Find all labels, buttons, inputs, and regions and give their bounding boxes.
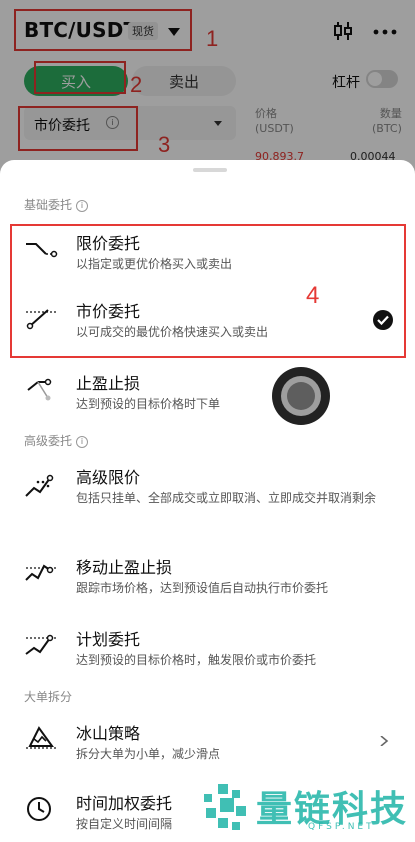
stop-profit-loss-icon (27, 378, 52, 401)
item-desc: 包括只挂单、全部成交或立即取消、立即成交并取消剩余 (76, 491, 377, 505)
fab-ring (281, 376, 321, 416)
option-plan-order[interactable]: 计划委托 达到预设的目标价格时，触发限价或市价委托 (0, 622, 415, 676)
info-icon: i (76, 199, 89, 212)
option-trailing-stop[interactable]: 移动止盈止损 跟踪市场价格，达到预设值后自动执行市价委托 (0, 550, 415, 604)
chevron-right-icon (380, 736, 389, 746)
option-advanced-limit[interactable]: 高级限价 包括只挂单、全部成交或立即取消、立即成交并取消剩余 (0, 460, 415, 530)
annotation-number-4: 4 (306, 282, 320, 309)
plan-order-icon (25, 634, 56, 655)
info-icon: i (76, 435, 89, 448)
watermark-subtext: QFSP.NET (308, 822, 375, 832)
watermark-logo-icon (204, 784, 246, 830)
option-stop-profit-loss[interactable]: 止盈止损 达到预设的目标价格时下单 (0, 366, 415, 420)
clock-icon (27, 797, 51, 821)
sheet-handle[interactable] (193, 168, 227, 172)
section-bulk: 大单拆分 (24, 690, 73, 704)
order-type-sheet: 基础委托 i 限价委托 以指定或更优价格买入或卖出 市价委托 以可成交的最优价格快… (0, 160, 415, 839)
trailing-stop-icon (25, 564, 56, 581)
section-advanced: 高级委托 i (24, 432, 89, 449)
advanced-limit-icon (25, 474, 54, 497)
item-desc: 达到预设的目标价格时，触发限价或市价委托 (76, 653, 317, 667)
item-desc: 跟踪市场价格，达到预设值后自动执行市价委托 (76, 581, 329, 595)
item-title: 止盈止损 (76, 374, 141, 393)
item-desc: 达到预设的目标价格时下单 (76, 397, 221, 411)
iceberg-icon (26, 726, 56, 749)
section-basic: 基础委托 i (24, 196, 89, 213)
option-iceberg[interactable]: 冰山策略 拆分大单为小单，减少滑点 (0, 716, 415, 770)
floating-assist-button[interactable] (272, 367, 330, 425)
item-title: 移动止盈止损 (76, 558, 173, 577)
item-title: 时间加权委托 (76, 794, 173, 813)
item-title: 冰山策略 (76, 724, 141, 743)
fab-core (287, 382, 315, 410)
item-desc: 拆分大单为小单，减少滑点 (76, 747, 221, 761)
item-title: 高级限价 (76, 468, 141, 487)
watermark: 量链科技 QFSP.NET (198, 778, 415, 838)
item-title: 计划委托 (76, 630, 141, 649)
annotation-box-4 (10, 224, 406, 358)
